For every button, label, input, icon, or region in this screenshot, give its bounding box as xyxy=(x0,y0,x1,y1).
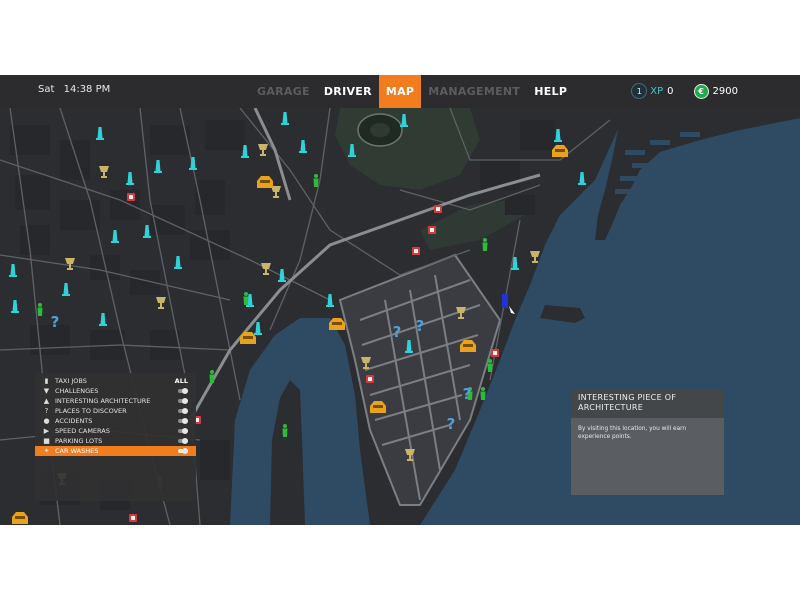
speed-camera-marker[interactable] xyxy=(127,193,135,201)
legend-toggle-cameras[interactable] xyxy=(178,428,188,434)
legend-toggle-parking[interactable] xyxy=(178,438,188,444)
question-marker[interactable]: ? xyxy=(51,313,60,331)
top-bar: Sat 14:38 PM GARAGE DRIVER MAP MANAGEMEN… xyxy=(0,75,800,108)
legend-item-speed-cameras[interactable]: ▶ SPEED CAMERAS xyxy=(35,426,196,436)
xp-value: 0 xyxy=(667,85,674,97)
money-value: 2900 xyxy=(712,85,738,97)
person-marker[interactable] xyxy=(282,424,288,437)
info-panel-title: INTERESTING PIECE OF ARCHITECTURE xyxy=(571,389,724,418)
main-nav: GARAGE DRIVER MAP MANAGEMENT HELP xyxy=(250,75,574,108)
person-marker[interactable] xyxy=(482,238,488,251)
parking-icon: ■ xyxy=(43,437,50,445)
speed-camera-marker[interactable] xyxy=(129,514,137,522)
legend-item-parking-lots[interactable]: ■ PARKING LOTS xyxy=(35,436,196,446)
xp-label: XP xyxy=(650,85,664,97)
level-badge: 1 xyxy=(631,83,648,99)
speed-camera-marker[interactable] xyxy=(434,205,442,213)
question-marker[interactable]: ? xyxy=(463,385,472,403)
legend-item-accidents[interactable]: ● ACCIDENTS xyxy=(35,416,196,426)
question-marker[interactable]: ? xyxy=(447,415,456,433)
accident-icon: ● xyxy=(43,417,50,425)
speed-camera-marker[interactable] xyxy=(491,349,499,357)
legend-item-challenges[interactable]: ▼ CHALLENGES xyxy=(35,386,196,396)
tower-icon: ▲ xyxy=(43,397,50,405)
speed-camera-marker[interactable] xyxy=(428,226,436,234)
speed-camera-marker[interactable] xyxy=(366,375,374,383)
svg-text:?: ? xyxy=(416,317,425,335)
game-clock: Sat 14:38 PM xyxy=(38,84,116,95)
legend-toggle-architecture[interactable] xyxy=(178,398,188,404)
speed-camera-marker[interactable] xyxy=(412,247,420,255)
game-frame: Sat 14:38 PM GARAGE DRIVER MAP MANAGEMEN… xyxy=(0,75,800,525)
svg-text:?: ? xyxy=(51,313,60,331)
trophy-icon: ▼ xyxy=(43,387,50,395)
legend-item-interesting-architecture[interactable]: ▲ INTERESTING ARCHITECTURE xyxy=(35,396,196,406)
info-panel-body: By visiting this location, you will earn… xyxy=(578,426,687,440)
svg-text:?: ? xyxy=(393,323,402,341)
tab-driver[interactable]: DRIVER xyxy=(317,75,379,108)
legend-toggle-challenges[interactable] xyxy=(178,388,188,394)
tab-help[interactable]: HELP xyxy=(527,75,574,108)
legend-item-car-washes[interactable]: ✦ CAR WASHES xyxy=(35,446,196,456)
svg-text:?: ? xyxy=(447,415,456,433)
euro-coin-icon: € xyxy=(693,83,709,99)
legend-item-places-to-discover[interactable]: ? PLACES TO DISCOVER xyxy=(35,406,196,416)
clock-time: 14:38 PM xyxy=(63,84,111,95)
person-marker[interactable] xyxy=(313,174,319,187)
legend-toggle-car-washes[interactable] xyxy=(178,448,188,454)
carwash-icon: ✦ xyxy=(43,447,50,455)
legend-all-toggle[interactable]: ALL xyxy=(175,376,188,386)
question-marker[interactable]: ? xyxy=(393,323,402,341)
tab-management[interactable]: MANAGEMENT xyxy=(421,75,527,108)
taxi-icon: ▮ xyxy=(44,377,49,385)
tab-map[interactable]: MAP xyxy=(378,75,422,108)
person-marker[interactable] xyxy=(209,370,215,383)
legend-item-taxi-jobs[interactable]: ▮ TAXI JOBS ALL xyxy=(35,376,196,386)
info-panel: INTERESTING PIECE OF ARCHITECTURE By vis… xyxy=(571,389,724,495)
person-marker[interactable] xyxy=(37,303,43,316)
camera-icon: ▶ xyxy=(43,427,50,435)
person-marker[interactable] xyxy=(480,387,486,400)
legend-toggle-accidents[interactable] xyxy=(178,418,188,424)
question-marker[interactable]: ? xyxy=(416,317,425,335)
tab-garage[interactable]: GARAGE xyxy=(250,75,317,108)
person-marker[interactable] xyxy=(243,292,249,305)
question-icon: ? xyxy=(44,407,49,415)
clock-day: Sat xyxy=(38,84,55,95)
person-marker[interactable] xyxy=(487,359,493,372)
player-stats: 1 XP 0 € 2900 xyxy=(631,83,738,99)
map-legend: ▮ TAXI JOBS ALL ▼ CHALLENGES ▲ INTERESTI… xyxy=(35,373,196,501)
stadium xyxy=(357,113,403,147)
legend-toggle-places[interactable] xyxy=(178,408,188,414)
svg-text:?: ? xyxy=(463,385,472,403)
